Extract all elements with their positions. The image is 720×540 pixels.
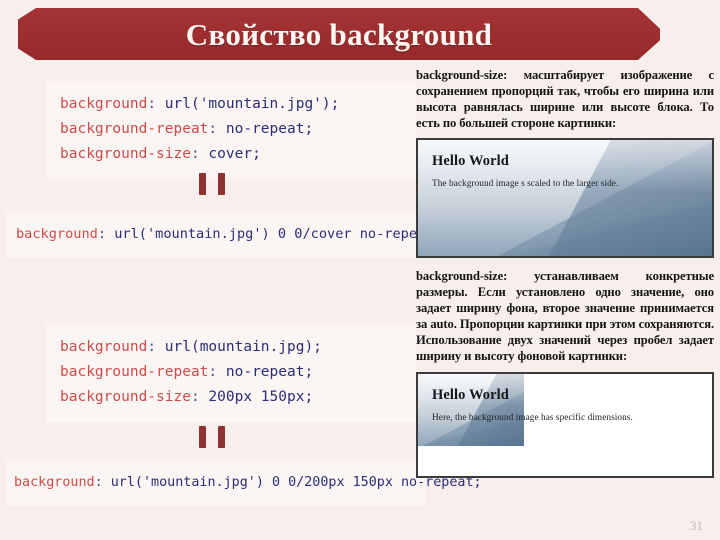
- code-line: background-repeat: no-repeat;: [60, 117, 402, 142]
- left-column: background: url('mountain.jpg'); backgro…: [0, 66, 482, 540]
- equals-sign-1: [199, 173, 225, 195]
- css-property: background: [60, 96, 148, 112]
- code-line: background: url(mountain.jpg);: [60, 335, 402, 360]
- css-colon: :: [147, 96, 165, 112]
- css-property: background: [14, 475, 95, 490]
- demo-subtitle: Here, the background image has specific …: [432, 412, 633, 423]
- demo-preview-cover: Hello World The background image s scale…: [416, 138, 714, 259]
- css-value: cover;: [208, 145, 261, 162]
- code-line: background: url('mountain.jpg');: [60, 92, 402, 117]
- right-column: background-size: масштабирует изображени…: [416, 62, 714, 478]
- demo-heading: Hello World: [432, 386, 509, 403]
- css-value: no-repeat;: [225, 363, 314, 380]
- css-value: url('mountain.jpg');: [164, 96, 340, 112]
- css-colon: :: [94, 475, 111, 490]
- demo-subtitle: The background image s scaled to the lar…: [432, 179, 619, 190]
- equals-bar-right: [218, 426, 225, 448]
- code-snippet-shorthand-fixed-size: background: url('mountain.jpg') 0 0/200p…: [6, 460, 482, 507]
- code-line: background: url('mountain.jpg') 0 0/200p…: [14, 471, 482, 494]
- code-line: background-size: cover;: [60, 142, 402, 167]
- css-property: background-repeat: [60, 363, 209, 380]
- css-colon: :: [97, 226, 115, 242]
- css-colon: :: [208, 120, 226, 137]
- css-colon: :: [147, 339, 165, 355]
- css-value: url('mountain.jpg') 0 0/cover no-repeat;: [114, 226, 442, 242]
- css-value: no-repeat;: [225, 120, 314, 137]
- equals-sign-2: [199, 426, 225, 448]
- equals-bar-left: [199, 173, 206, 195]
- css-value: url(mountain.jpg);: [164, 339, 322, 355]
- css-colon: :: [208, 363, 226, 380]
- code-line: background-repeat: no-repeat;: [60, 360, 402, 385]
- code-snippet-shorthand-cover: background: url('mountain.jpg') 0 0/cove…: [6, 212, 442, 259]
- css-property: background-size: [60, 388, 191, 405]
- page-number: 31: [690, 518, 703, 533]
- code-snippet-longhand-fixed-size: background: url(mountain.jpg); backgroun…: [46, 324, 416, 422]
- css-colon: :: [190, 145, 209, 162]
- title-banner: Свойство background: [18, 8, 660, 60]
- css-value: 200px 150px;: [208, 388, 314, 405]
- equals-bar-right: [218, 173, 225, 195]
- code-line: background: url('mountain.jpg') 0 0/cove…: [16, 223, 442, 246]
- demo-content: Hello World Here, the background image h…: [418, 374, 712, 436]
- css-colon: :: [190, 388, 209, 405]
- page-title: Свойство background: [185, 16, 493, 52]
- css-property: background: [16, 226, 98, 242]
- css-property: background-repeat: [60, 120, 209, 137]
- css-property: background: [60, 339, 148, 355]
- explanation-fixed-size: background-size: устанавливаем конкретны…: [416, 269, 714, 363]
- equals-bar-left: [199, 426, 206, 448]
- code-line: background-size: 200px 150px;: [60, 385, 402, 410]
- demo-preview-fixed-size: Hello World Here, the background image h…: [416, 371, 714, 478]
- demo-content: Hello World The background image s scale…: [418, 140, 712, 202]
- css-property: background-size: [60, 145, 191, 162]
- explanation-cover: background-size: масштабирует изображени…: [416, 68, 714, 130]
- code-snippet-longhand-cover: background: url('mountain.jpg'); backgro…: [46, 81, 416, 179]
- demo-heading: Hello World: [432, 153, 509, 170]
- banner-shape: Свойство background: [18, 8, 660, 60]
